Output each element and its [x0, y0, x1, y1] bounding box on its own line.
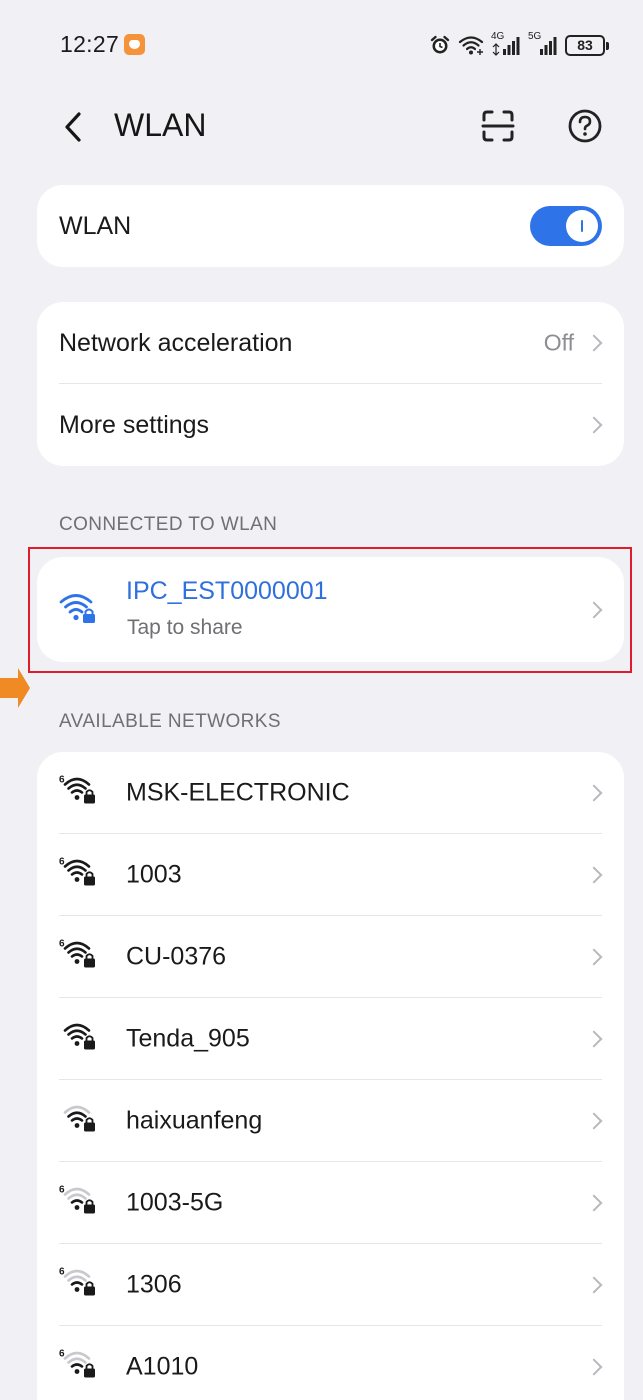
chevron-right-icon [585, 1030, 603, 1048]
battery-icon: 83 [565, 34, 609, 56]
4g-signal-icon: 4G [491, 31, 521, 57]
network-row[interactable]: 6 A1010 [37, 1326, 624, 1400]
network-name: 1306 [126, 1270, 182, 1299]
connected-section-title: CONNECTED TO WLAN [59, 514, 278, 535]
alarm-icon [430, 35, 450, 54]
status-icons: 4G 5G 83 [429, 30, 609, 60]
svg-text:6: 6 [59, 857, 65, 868]
chevron-right-icon [585, 1112, 603, 1130]
network-row[interactable]: 6 1003 [37, 834, 624, 916]
chevron-right-icon [585, 784, 603, 802]
wifi-locked-icon: 6 [57, 938, 103, 977]
back-button[interactable] [62, 102, 98, 152]
5g-signal-icon: 5G [528, 31, 558, 57]
wifi-locked-icon: 6 [57, 1266, 103, 1305]
network-name: MSK-ELECTRONIC [126, 778, 350, 807]
network-name: Tenda_905 [126, 1024, 250, 1053]
chevron-right-icon [585, 334, 603, 352]
chevron-right-icon [585, 948, 603, 966]
scan-button[interactable] [476, 104, 520, 148]
network-name: A1010 [126, 1352, 199, 1381]
chevron-right-icon [585, 1194, 603, 1212]
network-acceleration-label: Network acceleration [59, 328, 293, 357]
network-row[interactable]: 6 1003-5G [37, 1162, 624, 1244]
network-name: haixuanfeng [126, 1106, 263, 1135]
svg-text:6: 6 [59, 939, 65, 950]
network-acceleration-row[interactable]: Network acceleration Off [37, 302, 624, 384]
arrow-marker-icon [0, 668, 30, 708]
wlan-toggle-row[interactable]: WLAN [37, 185, 624, 267]
network-acceleration-value: Off [543, 329, 574, 356]
svg-text:6: 6 [59, 775, 65, 786]
app-notification-icon [124, 34, 145, 55]
scan-icon [481, 110, 515, 142]
highlight-annotation-box [28, 547, 632, 673]
svg-text:6: 6 [59, 1185, 65, 1196]
network-name: CU-0376 [126, 942, 227, 971]
wifi-status-icon [458, 36, 484, 55]
status-bar: 12:27 4G 5G 83 [0, 0, 643, 92]
chevron-right-icon [585, 866, 603, 884]
svg-text:6: 6 [59, 1267, 65, 1278]
wlan-toggle-switch[interactable] [530, 206, 602, 246]
available-networks-card: 6 MSK-ELECTRONIC 6 1003 6 CU-0376 Tenda_905hai… [37, 752, 624, 1400]
wifi-locked-icon: 6 [57, 1184, 103, 1223]
chevron-right-icon [585, 416, 603, 434]
wifi-locked-icon: 6 [57, 856, 103, 895]
svg-text:6: 6 [59, 1349, 65, 1360]
page-title: WLAN [114, 107, 207, 143]
wlan-label: WLAN [59, 211, 132, 240]
network-name: 1003-5G [126, 1188, 224, 1217]
toggle-knob [566, 210, 598, 242]
chevron-right-icon [585, 1276, 603, 1294]
wifi-locked-icon: 6 [57, 774, 103, 813]
network-row[interactable]: haixuanfeng [37, 1080, 624, 1162]
wlan-toggle-card: WLAN [37, 185, 624, 267]
page-header: WLAN [0, 92, 643, 162]
chevron-left-icon [65, 112, 81, 142]
network-name: 1003 [126, 860, 182, 889]
help-icon [568, 109, 602, 143]
network-row[interactable]: 6 CU-0376 [37, 916, 624, 998]
chevron-right-icon [585, 1358, 603, 1376]
status-time: 12:27 [60, 31, 120, 57]
settings-card: Network acceleration Off More settings [37, 302, 624, 466]
wifi-locked-icon [57, 1102, 103, 1141]
more-settings-row[interactable]: More settings [37, 384, 624, 466]
network-row[interactable]: Tenda_905 [37, 998, 624, 1080]
help-button[interactable] [563, 104, 607, 148]
network-row[interactable]: 6 MSK-ELECTRONIC [37, 752, 624, 834]
wifi-locked-icon: 6 [57, 1348, 103, 1387]
available-section-title: AVAILABLE NETWORKS [59, 711, 281, 732]
wifi-locked-icon [57, 1020, 103, 1059]
more-settings-label: More settings [59, 410, 210, 439]
network-row[interactable]: 6 1306 [37, 1244, 624, 1326]
